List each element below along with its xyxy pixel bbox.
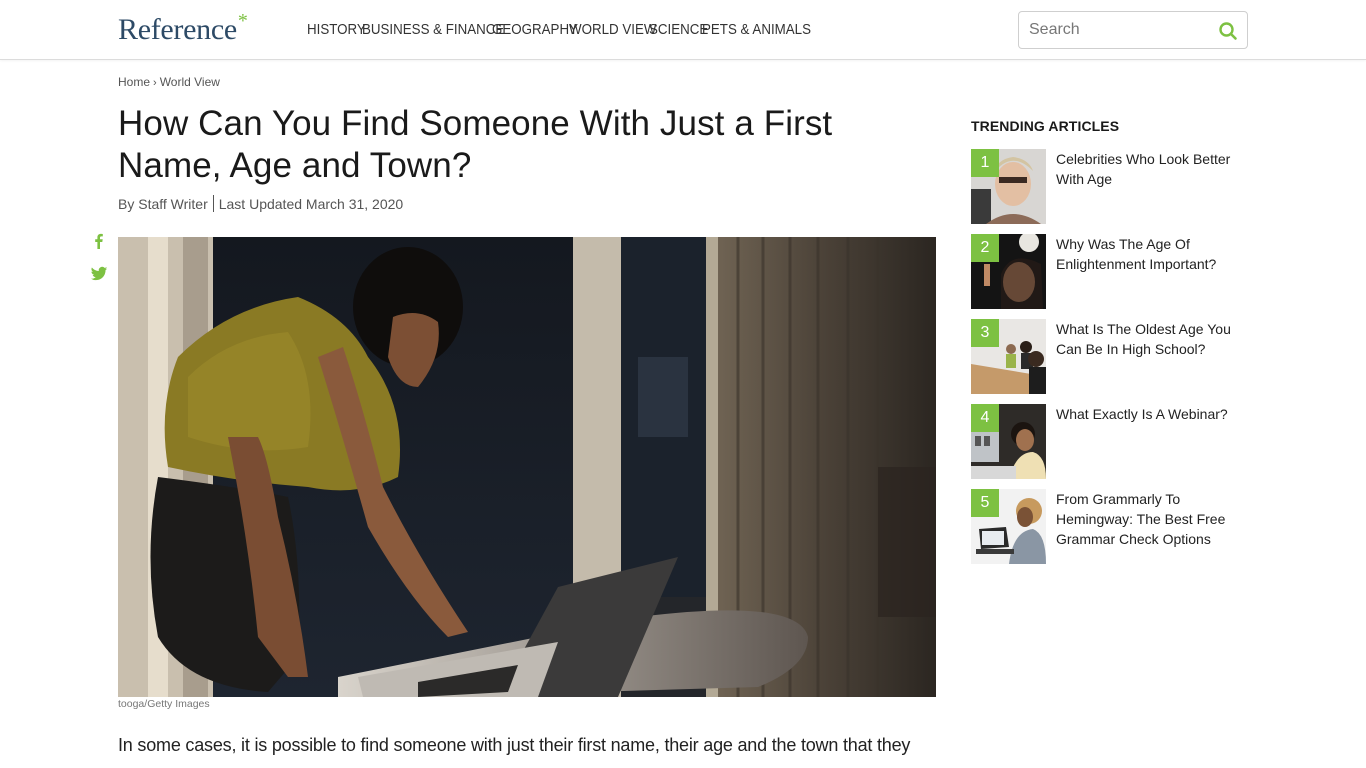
facebook-icon xyxy=(95,233,103,249)
trending-item[interactable]: 2 Why Was The Age Of Enlightenment Impor… xyxy=(971,234,1251,319)
image-caption: tooga/Getty Images xyxy=(118,698,210,710)
search-button[interactable] xyxy=(1217,20,1239,42)
article-title: How Can You Find Someone With Just a Fir… xyxy=(118,104,833,185)
hero-illustration xyxy=(118,237,936,697)
breadcrumb-home[interactable]: Home xyxy=(118,75,150,89)
twitter-share-button[interactable] xyxy=(90,265,108,283)
trending-title-text: Why Was The Age Of Enlightenment Importa… xyxy=(1056,236,1217,272)
article-body: In some cases, it is possible to find so… xyxy=(118,735,911,755)
breadcrumb-world-view[interactable]: World View xyxy=(160,75,220,89)
twitter-icon xyxy=(90,266,108,281)
trending-item[interactable]: 3 What Is The Oldest Age You Can Be In H… xyxy=(971,319,1251,404)
site-logo[interactable]: Reference* xyxy=(118,10,248,51)
trending-item[interactable]: 5 From Grammarly To Hemingway: The Best … xyxy=(971,489,1251,574)
author: By Staff Writer xyxy=(118,195,208,212)
byline-divider xyxy=(212,195,214,212)
trending-title-text: What Exactly Is A Webinar? xyxy=(1056,406,1228,422)
nav-item-geography[interactable]: GEOGRAPHY xyxy=(492,22,578,38)
site-header: Reference* HISTORY BUSINESS & FINANCE GE… xyxy=(0,0,1366,60)
social-share xyxy=(90,232,108,298)
logo-text: Reference xyxy=(118,13,237,46)
trending-rank: 2 xyxy=(971,234,999,262)
nav-item-world-view[interactable]: WORLD VIEW xyxy=(569,22,656,38)
trending-rank: 3 xyxy=(971,319,999,347)
nav-item-history[interactable]: HISTORY xyxy=(307,22,366,38)
breadcrumb-separator: › xyxy=(153,77,157,89)
trending-title-text: From Grammarly To Hemingway: The Best Fr… xyxy=(1056,491,1226,547)
main-nav: HISTORY BUSINESS & FINANCE GEOGRAPHY WOR… xyxy=(307,0,812,60)
trending-item[interactable]: 1 Celebrities Who Look Better With Age xyxy=(971,149,1251,234)
last-updated: Last Updated March 31, 2020 xyxy=(218,195,404,212)
nav-item-pets-animals[interactable]: PETS & ANIMALS xyxy=(702,22,811,38)
trending-title: TRENDING ARTICLES xyxy=(971,118,1120,134)
trending-rank: 4 xyxy=(971,404,999,432)
search-input[interactable] xyxy=(1029,12,1209,48)
breadcrumb: Home › World View xyxy=(118,75,220,89)
trending-title-text: What Is The Oldest Age You Can Be In Hig… xyxy=(1056,321,1231,357)
nav-item-business-finance[interactable]: BUSINESS & FINANCE xyxy=(362,22,504,38)
trending-rank: 1 xyxy=(971,149,999,177)
trending-rank: 5 xyxy=(971,489,999,517)
logo-star-icon: * xyxy=(237,10,248,32)
trending-item[interactable]: 4 What Exactly Is A Webinar? xyxy=(971,404,1251,489)
hero-image xyxy=(118,237,936,697)
search-icon xyxy=(1219,22,1237,40)
nav-item-science[interactable]: SCIENCE xyxy=(649,22,708,38)
trending-list: 1 Celebrities Who Look Better With Age 2… xyxy=(971,149,1251,574)
search-box xyxy=(1018,11,1248,49)
trending-title-text: Celebrities Who Look Better With Age xyxy=(1056,151,1231,187)
facebook-share-button[interactable] xyxy=(90,232,108,250)
article-byline: By Staff Writer Last Updated March 31, 2… xyxy=(118,195,403,212)
